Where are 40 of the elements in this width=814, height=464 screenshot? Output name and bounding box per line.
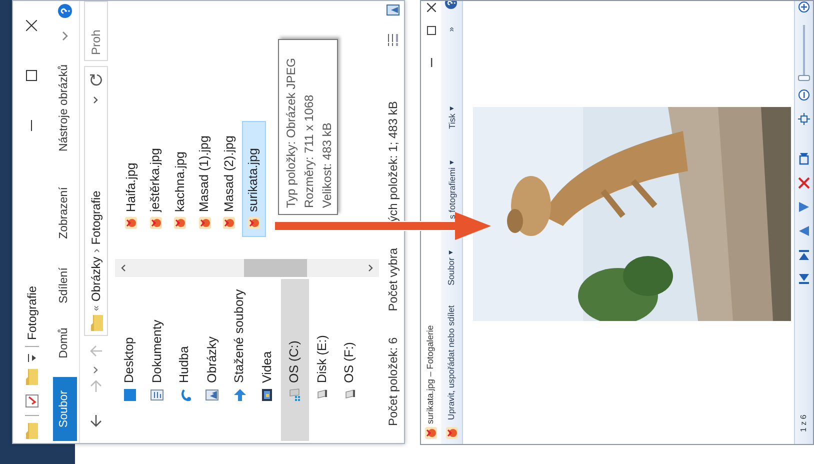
nav-item[interactable]: Hudba: [171, 279, 198, 441]
ribbon-tab[interactable]: Zobrazení: [52, 173, 76, 253]
ribbon-tab[interactable]: Nástroje obrázků: [52, 43, 76, 173]
menu-item[interactable]: Soubor ▾: [445, 250, 458, 286]
breadcrumb[interactable]: Obrázky: [87, 256, 105, 302]
menu-item[interactable]: Upravit, uspořádat nebo sdílet: [445, 305, 458, 420]
address-bar[interactable]: « Obrázky › Fotografie: [84, 66, 108, 336]
nav-item[interactable]: OS (F:): [336, 279, 364, 441]
menu-item[interactable]: s fotografiemi ▾: [446, 160, 459, 219]
file-item[interactable]: Haifa.jpg: [119, 121, 144, 237]
nav-item[interactable]: Obrázky: [198, 279, 226, 441]
ribbon-tab[interactable]: Sdílení: [52, 253, 76, 318]
window-title: Fotografie: [24, 286, 40, 340]
ribbon-tab[interactable]: Domů: [52, 318, 76, 368]
overflow-button[interactable]: »: [445, 27, 458, 32]
tooltip-line: Typ položky: Obrázek JPEG: [283, 56, 299, 208]
file-item[interactable]: ještěrka.jpg: [144, 121, 168, 237]
tooltip-line: Velikost: 483 kB: [319, 122, 335, 208]
file-item[interactable]: Masad (2).jpg: [217, 121, 242, 237]
nav-item[interactable]: Videa: [254, 279, 281, 441]
window-title: surikata.jpg – Fotogalerie: [424, 325, 436, 424]
breadcrumb-separator: ›: [88, 248, 104, 253]
file-item[interactable]: Masad (1).jpg: [192, 121, 217, 237]
nav-item[interactable]: Desktop: [116, 279, 144, 441]
item-count: Počet položek: 6: [384, 337, 400, 426]
tooltip-line: Rozměry: 711 x 1068: [301, 94, 317, 208]
file-item[interactable]: kachna.jpg: [168, 121, 192, 237]
menu-item[interactable]: Tisk ▾: [446, 106, 459, 129]
nav-item[interactable]: Stažené soubory: [226, 279, 254, 441]
nav-item[interactable]: Dokumenty: [144, 279, 171, 441]
image-position: 1 z 6: [798, 414, 809, 432]
nav-item[interactable]: Disk (E:): [308, 279, 336, 441]
breadcrumb[interactable]: Fotografie: [87, 190, 105, 245]
selection-info: Počet vybra: [384, 248, 400, 312]
nav-item[interactable]: OS (C:): [281, 279, 308, 441]
breadcrumb-overflow[interactable]: «: [88, 305, 104, 311]
selection-info: ých položek: 1; 483 kB: [384, 101, 400, 222]
search-field[interactable]: Proh: [84, 1, 108, 61]
ribbon-tab[interactable]: Soubor: [52, 377, 76, 441]
file-item[interactable]: surikata.jpg: [242, 121, 266, 237]
